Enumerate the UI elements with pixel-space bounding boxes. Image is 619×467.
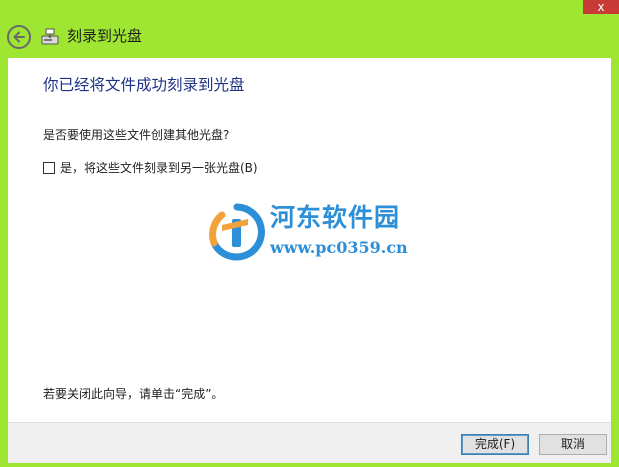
question-text: 是否要使用这些文件创建其他光盘?	[43, 128, 230, 142]
cancel-button[interactable]: 取消	[539, 434, 607, 455]
burn-another-disc-label: 是，将这些文件刻录到另一张光盘(B)	[60, 161, 258, 175]
burn-wizard-window: x 刻录到光盘 你已经将文件成功刻录到光盘 是否要使用这些文件创建其他光盘? 是…	[0, 0, 619, 467]
burn-another-disc-checkbox[interactable]	[43, 162, 55, 174]
finish-button[interactable]: 完成(F)	[461, 434, 529, 455]
page-heading: 你已经将文件成功刻录到光盘	[43, 76, 245, 94]
back-button[interactable]	[7, 25, 31, 49]
close-icon: x	[597, 0, 605, 14]
wizard-content: 你已经将文件成功刻录到光盘 是否要使用这些文件创建其他光盘? 是，将这些文件刻录…	[8, 58, 611, 422]
burn-another-disc-option[interactable]: 是，将这些文件刻录到另一张光盘(B)	[43, 160, 258, 176]
burn-disc-icon	[41, 28, 59, 45]
close-button[interactable]: x	[583, 0, 619, 14]
watermark-url: www.pc0359.cn	[270, 238, 408, 257]
hedong-logo-icon	[209, 203, 265, 261]
title-bar: 刻录到光盘	[0, 14, 619, 58]
wizard-footer: 完成(F) 取消	[8, 422, 611, 463]
window-title: 刻录到光盘	[67, 27, 143, 45]
watermark-title: 河东软件园	[270, 203, 401, 232]
close-hint-text: 若要关闭此向导，请单击“完成”。	[43, 387, 224, 401]
site-watermark: 河东软件园 www.pc0359.cn	[208, 201, 423, 263]
back-arrow-icon	[13, 31, 25, 43]
